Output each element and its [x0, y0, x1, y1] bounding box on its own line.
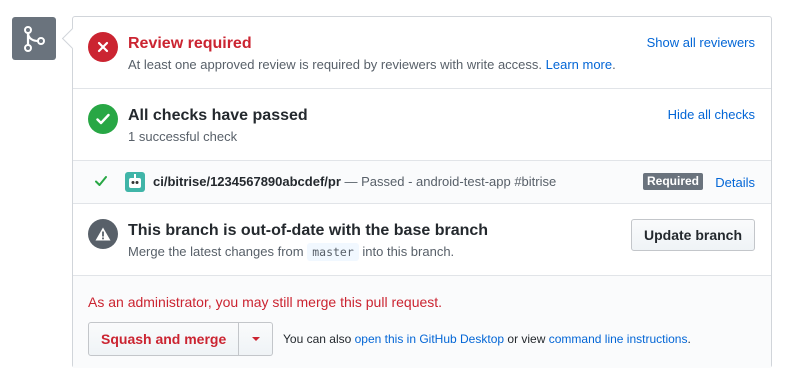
- branch-description-suffix: into this branch.: [362, 244, 455, 259]
- required-badge: Required: [643, 173, 704, 190]
- checks-status-badge: [88, 104, 118, 134]
- hide-all-checks-link[interactable]: Hide all checks: [668, 107, 755, 123]
- branch-status-badge: [88, 219, 118, 249]
- branch-description-prefix: Merge the latest changes from: [128, 244, 304, 259]
- also-prefix: You can also: [283, 332, 352, 346]
- status-check-row: ci/bitrise/1234567890abcdef/pr — Passed …: [73, 161, 771, 204]
- base-branch-name: master: [307, 243, 359, 261]
- admin-merge-note: As an administrator, you may still merge…: [88, 294, 443, 310]
- review-description-text: At least one approved review is required…: [128, 57, 543, 72]
- squash-and-merge-button[interactable]: Squash and merge: [88, 322, 240, 356]
- merge-status-icon: [12, 17, 56, 60]
- command-line-instructions-link[interactable]: command line instructions: [549, 332, 688, 346]
- status-check-name: ci/bitrise/1234567890abcdef/pr: [153, 174, 341, 189]
- checks-summary: 1 successful check: [128, 129, 238, 144]
- open-in-desktop-link[interactable]: open this in GitHub Desktop: [355, 332, 504, 346]
- merge-button-group: Squash and merge: [88, 322, 274, 356]
- review-title: Review required: [128, 35, 252, 52]
- branch-description: Merge the latest changes from master int…: [128, 243, 455, 261]
- merge-alternatives-text: You can also open this in GitHub Desktop…: [283, 331, 691, 347]
- merge-box: Review required At least one approved re…: [72, 16, 772, 368]
- check-icon: [95, 176, 107, 186]
- branch-title: This branch is out-of-date with the base…: [128, 222, 489, 239]
- or-view-text: or view: [507, 332, 546, 346]
- check-icon: [96, 113, 110, 125]
- update-branch-button[interactable]: Update branch: [630, 219, 755, 251]
- bitrise-app-icon: [125, 172, 145, 192]
- learn-more-link[interactable]: Learn more: [546, 57, 612, 72]
- show-all-reviewers-link[interactable]: Show all reviewers: [647, 35, 755, 51]
- merge-section: As an administrator, you may still merge…: [73, 276, 771, 368]
- status-check-text: ci/bitrise/1234567890abcdef/pr — Passed …: [153, 174, 556, 190]
- checks-title: All checks have passed: [128, 107, 308, 124]
- status-check-details-link[interactable]: Details: [715, 175, 755, 191]
- alert-icon: [95, 227, 111, 241]
- merge-method-dropdown[interactable]: [239, 322, 274, 356]
- git-merge-icon: [24, 25, 45, 52]
- period: .: [687, 332, 691, 346]
- caret-down-icon: [251, 337, 260, 341]
- status-check-description: — Passed - android-test-app #bitrise: [344, 174, 557, 189]
- review-description: At least one approved review is required…: [128, 57, 616, 73]
- review-status-badge: [88, 32, 118, 62]
- period: .: [612, 57, 616, 72]
- review-section: Review required At least one approved re…: [73, 17, 771, 89]
- branch-status-section: This branch is out-of-date with the base…: [73, 204, 771, 276]
- checks-section: All checks have passed 1 successful chec…: [73, 89, 771, 161]
- x-icon: [97, 41, 109, 53]
